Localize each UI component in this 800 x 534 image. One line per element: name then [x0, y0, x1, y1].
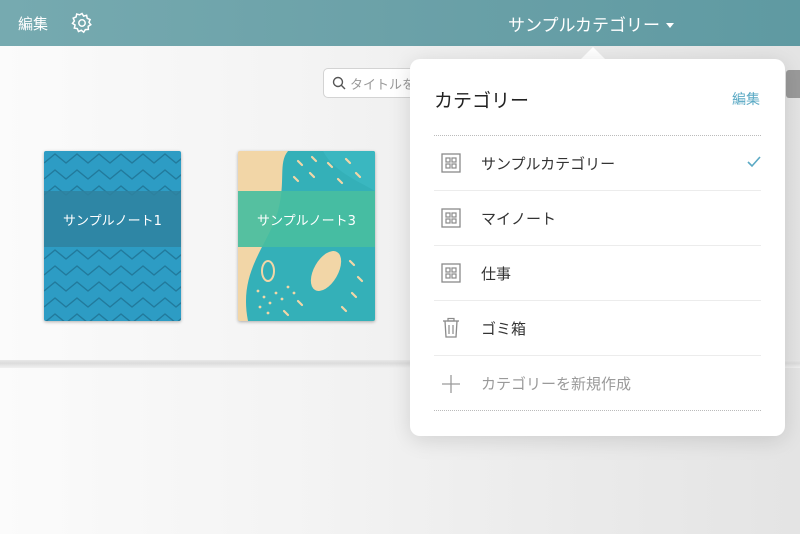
category-item-label: マイノート	[481, 209, 557, 228]
notebook-title: サンプルノート3	[238, 191, 375, 247]
category-item-sample[interactable]: サンプルカテゴリー	[434, 136, 761, 191]
category-selector[interactable]: サンプルカテゴリー	[508, 11, 674, 36]
category-item-label: 仕事	[481, 264, 512, 283]
category-item-label: ゴミ箱	[481, 319, 527, 338]
category-item-trash[interactable]: ゴミ箱	[434, 301, 761, 356]
category-grid-icon	[441, 153, 461, 173]
category-grid-icon	[441, 208, 461, 228]
checkmark-icon	[747, 156, 761, 168]
category-item-label: サンプルカテゴリー	[481, 154, 616, 173]
notebook-card[interactable]: サンプルノート1	[44, 151, 181, 321]
search-icon	[332, 76, 346, 90]
divider	[434, 410, 761, 411]
gear-icon[interactable]	[70, 11, 94, 35]
notebook-title: サンプルノート1	[44, 191, 181, 247]
notebook-card[interactable]: サンプルノート3	[238, 151, 375, 321]
caret-down-icon	[665, 23, 674, 28]
category-popover: カテゴリー 編集 サンプルカテゴリー マイノート 仕事 ゴミ箱 カテゴリーを新規…	[410, 59, 785, 436]
category-item-mynote[interactable]: マイノート	[434, 191, 761, 246]
category-item-work[interactable]: 仕事	[434, 246, 761, 301]
plus-icon	[442, 374, 460, 393]
edit-button[interactable]: 編集	[18, 13, 48, 34]
add-category-button[interactable]: カテゴリーを新規作成	[434, 356, 761, 411]
category-grid-icon	[441, 263, 461, 283]
search-placeholder: タイトルを	[350, 77, 416, 93]
trash-icon	[443, 317, 459, 338]
right-edge-button[interactable]	[786, 70, 800, 98]
current-category-label: サンプルカテゴリー	[508, 16, 660, 36]
popover-title: カテゴリー	[434, 90, 530, 112]
add-category-label: カテゴリーを新規作成	[481, 375, 632, 393]
popover-edit-button[interactable]: 編集	[732, 89, 760, 109]
top-bar: 編集 サンプルカテゴリー	[0, 0, 800, 46]
